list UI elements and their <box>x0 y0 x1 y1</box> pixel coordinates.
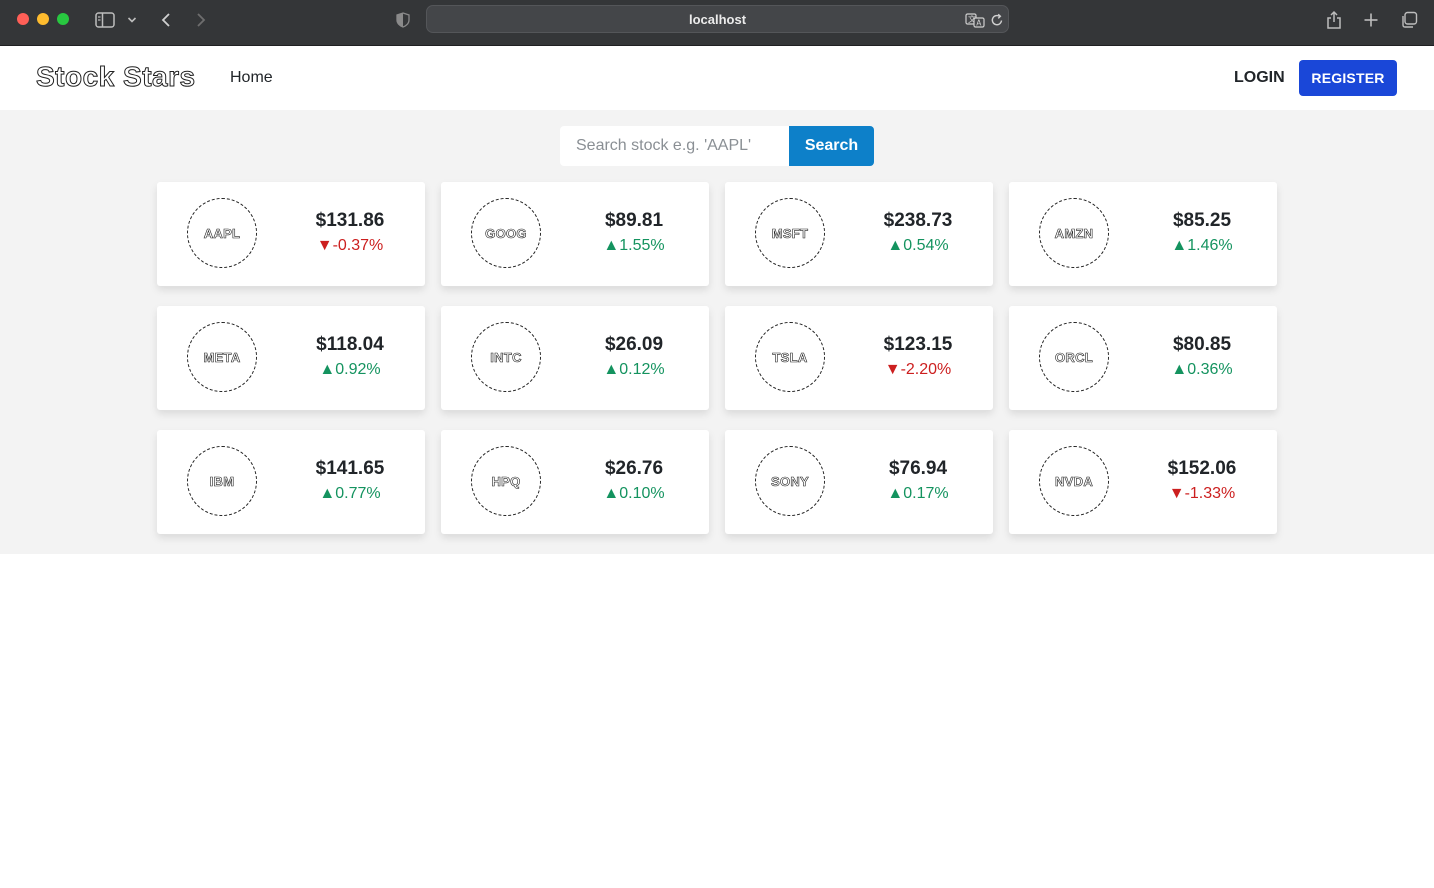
stock-logo: ORCL <box>1039 322 1109 392</box>
translate-icon[interactable]: 文A <box>965 12 985 28</box>
stock-change: ▲0.54% <box>887 237 949 254</box>
stock-card[interactable]: IBM $141.65 ▲0.77% <box>157 430 425 534</box>
stock-card[interactable]: NVDA $152.06 ▼-1.33% <box>1009 430 1277 534</box>
stock-logo: META <box>187 322 257 392</box>
stock-change: ▲0.36% <box>1171 361 1233 378</box>
site-navbar: Stock Stars Home LOGIN REGISTER <box>0 46 1434 110</box>
stock-price: $85.25 <box>1172 210 1232 231</box>
search-input[interactable] <box>560 126 789 166</box>
minimize-window-button[interactable] <box>37 13 49 25</box>
sidebar-toggle-icon[interactable] <box>94 9 116 31</box>
share-icon[interactable] <box>1325 9 1343 31</box>
stock-card[interactable]: TSLA $123.15 ▼-2.20% <box>725 306 993 410</box>
search-bar: Search <box>560 126 874 166</box>
stock-logo: GOOG <box>471 198 541 268</box>
svg-text:A: A <box>976 19 982 28</box>
stock-info: $131.86 ▼-0.37% <box>287 210 413 256</box>
stock-info: $85.25 ▲1.46% <box>1139 210 1265 256</box>
browser-toolbar: localhost 文A <box>0 0 1434 46</box>
stock-change: ▲0.92% <box>319 361 381 378</box>
search-button[interactable]: Search <box>789 126 874 166</box>
stock-logo: IBM <box>187 446 257 516</box>
stock-change: ▼-1.33% <box>1168 485 1236 502</box>
stock-change: ▲0.12% <box>603 361 665 378</box>
stock-card[interactable]: AAPL $131.86 ▼-0.37% <box>157 182 425 286</box>
forward-icon[interactable] <box>193 9 209 31</box>
stock-info: $26.09 ▲0.12% <box>571 334 697 380</box>
brand-logo[interactable]: Stock Stars <box>36 61 196 93</box>
stock-price: $238.73 <box>883 210 953 231</box>
stock-card[interactable]: ORCL $80.85 ▲0.36% <box>1009 306 1277 410</box>
stock-price: $118.04 <box>316 334 384 355</box>
new-tab-icon[interactable] <box>1362 9 1380 31</box>
back-icon[interactable] <box>158 9 174 31</box>
stock-logo: MSFT <box>755 198 825 268</box>
stock-logo: AAPL <box>187 198 257 268</box>
stock-info: $80.85 ▲0.36% <box>1139 334 1265 380</box>
stock-price: $152.06 <box>1167 458 1237 479</box>
stock-price: $26.09 <box>604 334 664 355</box>
stock-info: $141.65 ▲0.77% <box>287 458 413 504</box>
stock-price: $123.15 <box>883 334 953 355</box>
stock-change: ▼-2.20% <box>884 361 952 378</box>
stock-logo: SONY <box>755 446 825 516</box>
stock-info: $123.15 ▼-2.20% <box>855 334 981 380</box>
stock-price: $89.81 <box>604 210 664 231</box>
tab-overview-icon[interactable] <box>1399 9 1419 31</box>
stock-logo: INTC <box>471 322 541 392</box>
stock-info: $26.76 ▲0.10% <box>571 458 697 504</box>
stock-grid: AAPL $131.86 ▼-0.37% GOOG $89.81 ▲1.55% … <box>157 182 1277 534</box>
stock-info: $89.81 ▲1.55% <box>571 210 697 256</box>
stock-card[interactable]: AMZN $85.25 ▲1.46% <box>1009 182 1277 286</box>
close-window-button[interactable] <box>17 13 29 25</box>
stock-logo: NVDA <box>1039 446 1109 516</box>
stock-card[interactable]: GOOG $89.81 ▲1.55% <box>441 182 709 286</box>
zoom-window-button[interactable] <box>57 13 69 25</box>
stock-logo: AMZN <box>1039 198 1109 268</box>
stock-change: ▲0.10% <box>603 485 665 502</box>
stock-price: $131.86 <box>315 210 385 231</box>
privacy-shield-icon[interactable] <box>395 9 411 31</box>
main-content: Search AAPL $131.86 ▼-0.37% GOOG $89.81 … <box>0 110 1434 554</box>
nav-home-link[interactable]: Home <box>230 69 273 87</box>
stock-card[interactable]: MSFT $238.73 ▲0.54% <box>725 182 993 286</box>
stock-card[interactable]: INTC $26.09 ▲0.12% <box>441 306 709 410</box>
stock-change: ▼-0.37% <box>316 237 384 254</box>
stock-change: ▲0.17% <box>887 485 949 502</box>
stock-card[interactable]: META $118.04 ▲0.92% <box>157 306 425 410</box>
stock-logo: TSLA <box>755 322 825 392</box>
stock-price: $141.65 <box>315 458 385 479</box>
stock-price: $80.85 <box>1172 334 1232 355</box>
stock-logo: HPQ <box>471 446 541 516</box>
login-link[interactable]: LOGIN <box>1234 69 1285 87</box>
stock-info: $118.04 ▲0.92% <box>287 334 413 380</box>
stock-change: ▲0.77% <box>319 485 381 502</box>
stock-price: $76.94 <box>888 458 948 479</box>
reload-icon[interactable] <box>990 12 1004 28</box>
stock-card[interactable]: SONY $76.94 ▲0.17% <box>725 430 993 534</box>
address-bar[interactable]: localhost 文A <box>426 5 1009 33</box>
stock-info: $76.94 ▲0.17% <box>855 458 981 504</box>
url-text: localhost <box>688 12 747 27</box>
stock-change: ▲1.46% <box>1171 237 1233 254</box>
stock-change: ▲1.55% <box>603 237 665 254</box>
stock-card[interactable]: HPQ $26.76 ▲0.10% <box>441 430 709 534</box>
stock-info: $152.06 ▼-1.33% <box>1139 458 1265 504</box>
chevron-down-icon[interactable] <box>126 9 138 31</box>
stock-info: $238.73 ▲0.54% <box>855 210 981 256</box>
register-button[interactable]: REGISTER <box>1299 60 1397 96</box>
stock-price: $26.76 <box>604 458 664 479</box>
